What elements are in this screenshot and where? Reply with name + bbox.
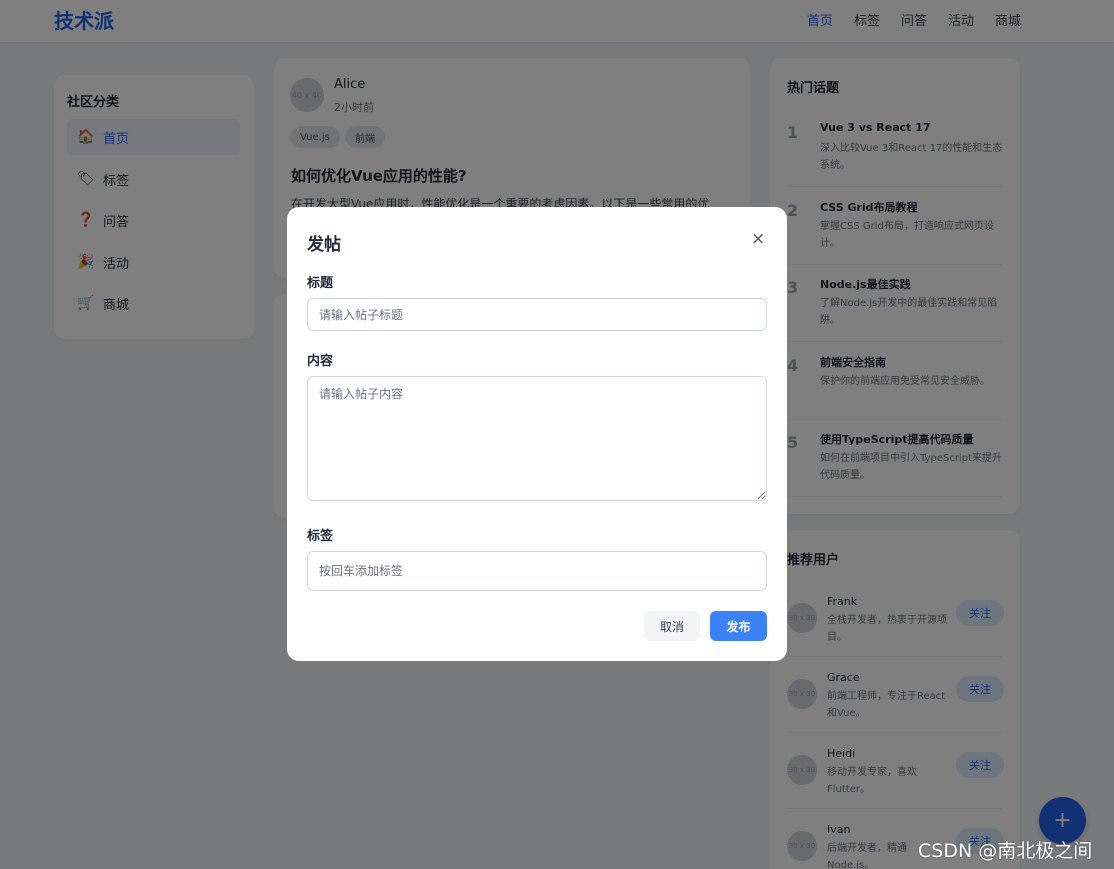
publish-button[interactable]: 发布 <box>710 611 767 641</box>
new-post-dialog: 发帖 × 标题 内容 标签 取消 发布 <box>287 207 787 661</box>
title-label: 标题 <box>307 276 334 291</box>
content-label: 内容 <box>307 354 334 369</box>
close-icon[interactable]: × <box>751 229 765 249</box>
dialog-title: 发帖 <box>307 235 341 255</box>
cancel-button[interactable]: 取消 <box>644 611 700 641</box>
watermark-text: CSDN @南北极之间 <box>918 840 1093 862</box>
post-title-input[interactable] <box>307 298 767 331</box>
tag-input[interactable] <box>307 551 767 591</box>
post-content-textarea[interactable] <box>307 376 767 501</box>
tags-label: 标签 <box>307 529 334 544</box>
